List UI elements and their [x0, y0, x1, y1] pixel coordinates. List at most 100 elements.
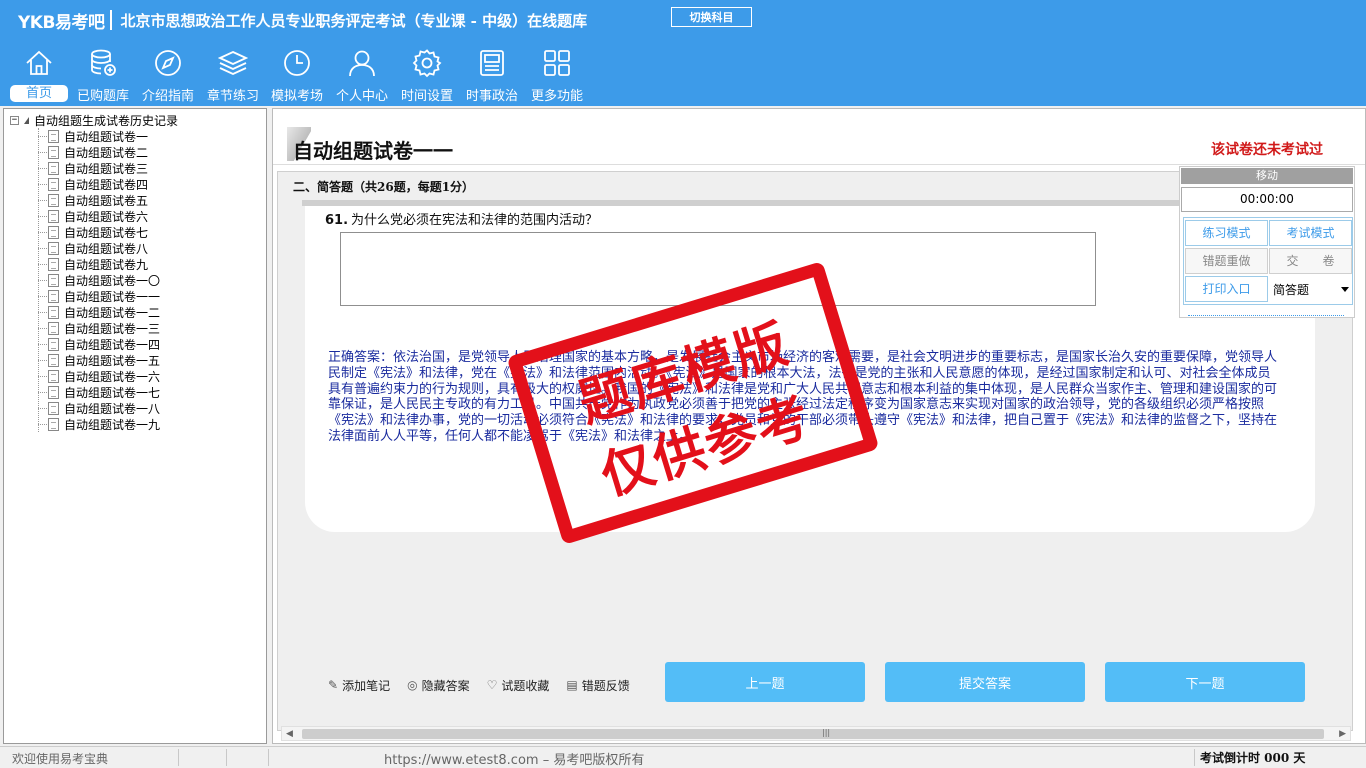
app-header: YKB易考吧 北京市思想政治工作人员专业职务评定考试（专业课 - 中级）在线题库… [0, 0, 1366, 106]
tree-item[interactable]: 自动组题试卷九 [4, 256, 266, 272]
home-icon [26, 50, 52, 75]
report-error-label: 错题反馈 [581, 678, 630, 693]
tree-item[interactable]: 自动组题试卷一七 [4, 384, 266, 400]
exam-mode-button[interactable]: 考试模式 [1269, 220, 1352, 246]
status-welcome: 欢迎使用易考宝典 [12, 752, 109, 766]
scroll-right-icon[interactable]: ▶ [1339, 729, 1346, 739]
status-divider [1194, 749, 1195, 766]
panel-slider[interactable] [1188, 312, 1344, 316]
hand-in-button[interactable]: 交 卷 [1269, 248, 1352, 274]
tree-item[interactable]: 自动组题试卷一六 [4, 368, 266, 384]
switch-subject-button[interactable]: 切换科目 [671, 7, 752, 27]
tree-item[interactable]: 自动组题试卷五 [4, 192, 266, 208]
tree-item[interactable]: 自动组题试卷四 [4, 176, 266, 192]
tree-item[interactable]: 自动组题试卷一八 [4, 400, 266, 416]
tree-item[interactable]: 自动组题试卷一一 [4, 288, 266, 304]
horizontal-scrollbar[interactable]: ◀ ||| ▶ [281, 726, 1351, 741]
document-icon [48, 385, 59, 399]
tree-item[interactable]: 自动组题试卷一〇 [4, 272, 266, 288]
user-icon [349, 50, 375, 77]
gear-icon [412, 49, 442, 78]
tree-item[interactable]: 自动组题试卷八 [4, 240, 266, 256]
tree-item[interactable]: 自动组题试卷二 [4, 144, 266, 160]
scrollbar-grip-icon: ||| [822, 728, 831, 737]
nav-current-affairs[interactable]: 时事政治 [461, 46, 523, 104]
redo-wrong-button[interactable]: 错题重做 [1185, 248, 1268, 274]
tree-item[interactable]: 自动组题试卷一四 [4, 336, 266, 352]
tree-item[interactable]: 自动组题试卷七 [4, 224, 266, 240]
feedback-icon: ▤ [566, 678, 578, 692]
section-header: 二、简答题（共26题，每题1分） [293, 180, 475, 194]
tree-root[interactable]: − 自动组题生成试卷历史记录 [10, 112, 178, 128]
control-panel: 移动 00:00:00 练习模式 考试模式 错题重做 交 卷 打印入口 简答题 [1179, 166, 1355, 318]
hide-answer-label: 隐藏答案 [421, 678, 470, 693]
status-bar: 欢迎使用易考宝典 https://www.etest8.com – 易考吧版权所… [0, 746, 1366, 768]
panel-move-handle[interactable]: 移动 [1181, 168, 1353, 184]
document-icon [48, 353, 59, 367]
paper-status: 该试卷还未考试过 [1211, 142, 1323, 158]
answer-input-box[interactable] [340, 232, 1096, 306]
tree-collapse-toggle[interactable]: − [10, 115, 19, 125]
nav-label: 已购题库 [76, 89, 129, 104]
brand: YKB易考吧 北京市思想政治工作人员专业职务评定考试（专业课 - 中级）在线题库 [18, 9, 587, 33]
prev-question-button[interactable]: 上一题 [665, 662, 865, 702]
question-type-value: 简答题 [1273, 283, 1310, 297]
print-button[interactable]: 打印入口 [1185, 276, 1268, 302]
document-icon [48, 177, 59, 191]
nav-more[interactable]: 更多功能 [526, 46, 588, 104]
grid-icon [544, 50, 570, 76]
tree-item[interactable]: 自动组题试卷一三 [4, 320, 266, 336]
nav-home[interactable]: 首页 [8, 46, 70, 104]
hide-answer-button[interactable]: ◎ 隐藏答案 [407, 677, 470, 694]
document-icon [48, 209, 59, 223]
next-question-button[interactable]: 下一题 [1105, 662, 1305, 702]
nav-profile[interactable]: 个人中心 [331, 46, 393, 104]
practice-mode-button[interactable]: 练习模式 [1185, 220, 1268, 246]
paper-history-tree[interactable]: − 自动组题生成试卷历史记录 自动组题试卷一 自动组题试卷二 自动组题试卷三 自动组题… [3, 108, 267, 744]
compass-icon [155, 50, 181, 76]
nav-chapter[interactable]: 章节练习 [202, 46, 264, 104]
document-icon [48, 257, 59, 271]
nav-guide[interactable]: 介绍指南 [137, 46, 199, 104]
pencil-icon: ✎ [328, 678, 339, 692]
paper-header: 自动组题试卷一一 该试卷还未考试过 [273, 109, 1365, 165]
nav-label: 个人中心 [335, 89, 388, 104]
paper-title: 自动组题试卷一一 [293, 139, 453, 163]
status-copyright: https://www.etest8.com – 易考吧版权所有 [384, 753, 645, 768]
tree-item[interactable]: 自动组题试卷三 [4, 160, 266, 176]
tree-item-label: 自动组题试卷一四 [64, 337, 161, 352]
nav-label: 时间设置 [400, 89, 453, 104]
nav-mock-exam[interactable]: 模拟考场 [266, 46, 328, 104]
question-card: 61. 为什么党必须在宪法和法律的范围内活动？ 正确答案：依法治国，是党领导人民治… [305, 206, 1315, 532]
exam-timer: 00:00:00 [1181, 187, 1353, 212]
report-error-button[interactable]: ▤ 错题反馈 [566, 677, 629, 694]
scroll-left-icon[interactable]: ◀ [286, 729, 293, 739]
tree-item[interactable]: 自动组题试卷一九 [4, 416, 266, 432]
nav-time-settings[interactable]: 时间设置 [396, 46, 458, 104]
news-icon [480, 50, 504, 76]
nav-purchased[interactable]: 已购题库 [72, 46, 134, 104]
document-icon [48, 417, 59, 431]
add-note-button[interactable]: ✎ 添加笔记 [328, 677, 390, 694]
correct-answer: 正确答案：依法治国，是党领导人民治理国家的基本方略，是发展社会主义市场经济的客观… [328, 350, 1278, 444]
tree-item[interactable]: 自动组题试卷一 [4, 128, 266, 144]
tree-item-label: 自动组题试卷一五 [64, 353, 161, 368]
app-logo: YKB易考吧 [18, 12, 105, 33]
document-icon [48, 289, 59, 303]
tree-item[interactable]: 自动组题试卷一二 [4, 304, 266, 320]
tree-item-label: 自动组题试卷六 [64, 209, 149, 224]
document-icon [48, 337, 59, 351]
favorite-button[interactable]: ♡ 试题收藏 [487, 677, 550, 694]
tree-item-label: 自动组题试卷一七 [64, 385, 161, 400]
tree-item-label: 自动组题试卷二 [64, 145, 149, 160]
tree-item-label: 自动组题试卷一三 [64, 321, 161, 336]
submit-answer-button[interactable]: 提交答案 [885, 662, 1085, 702]
scrollbar-thumb[interactable] [302, 729, 1324, 739]
tree-item-label: 自动组题试卷一二 [64, 305, 161, 320]
tree-item[interactable]: 自动组题试卷六 [4, 208, 266, 224]
tree-item-label: 自动组题试卷三 [64, 161, 149, 176]
add-note-label: 添加笔记 [342, 678, 391, 693]
tree-item[interactable]: 自动组题试卷一五 [4, 352, 266, 368]
document-icon [48, 225, 59, 239]
question-type-select[interactable]: 简答题 [1270, 277, 1353, 303]
